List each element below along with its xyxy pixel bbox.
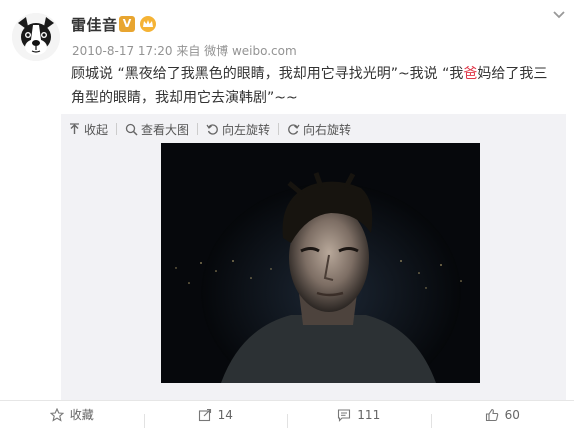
post-text: 顾城说 “黑夜给了我黑色的眼睛，我却用它寻找光明”~我说 “我爸妈给了我三角型的… bbox=[71, 62, 561, 110]
view-large-label: 查看大图 bbox=[141, 121, 189, 138]
chevron-down-icon[interactable] bbox=[552, 10, 566, 20]
media-toolbar: 收起 查看大图 向左旋转 向右旋转 bbox=[68, 120, 351, 138]
comment-icon bbox=[337, 408, 351, 422]
photo-image bbox=[161, 143, 480, 383]
view-large-button[interactable]: 查看大图 bbox=[125, 121, 189, 138]
favorite-label: 收藏 bbox=[70, 406, 94, 423]
post-text-highlight: 爸 bbox=[463, 66, 477, 82]
comment-button[interactable]: 111 bbox=[287, 408, 431, 422]
collapse-label: 收起 bbox=[84, 121, 108, 138]
rotate-right-label: 向右旋转 bbox=[303, 121, 351, 138]
rotate-left-button[interactable]: 向左旋转 bbox=[206, 121, 270, 138]
post-text-part1: 顾城说 “黑夜给了我黑色的眼睛，我却用它寻找光明”~我说 “我 bbox=[71, 66, 463, 82]
repost-count: 14 bbox=[218, 408, 233, 422]
post-photo[interactable] bbox=[161, 143, 480, 383]
like-count: 60 bbox=[505, 408, 520, 422]
comment-count: 111 bbox=[357, 408, 380, 422]
toolbar-divider bbox=[116, 123, 117, 135]
toolbar-divider bbox=[197, 123, 198, 135]
crown-icon bbox=[139, 15, 157, 33]
post-meta: 2010-8-17 17:20 来自 微博 weibo.com bbox=[72, 42, 297, 59]
zoom-icon bbox=[125, 123, 138, 136]
favorite-button[interactable]: 收藏 bbox=[0, 406, 144, 423]
thumbs-up-icon bbox=[485, 408, 499, 422]
rotate-right-button[interactable]: 向右旋转 bbox=[287, 121, 351, 138]
like-button[interactable]: 60 bbox=[431, 408, 574, 422]
star-icon bbox=[50, 408, 64, 422]
toolbar-divider bbox=[278, 123, 279, 135]
repost-button[interactable]: 14 bbox=[144, 408, 288, 422]
avatar-dog bbox=[12, 13, 60, 61]
collapse-icon bbox=[68, 123, 81, 136]
verified-v-icon: V bbox=[119, 16, 135, 32]
repost-icon bbox=[198, 408, 212, 422]
rotate-left-icon bbox=[206, 123, 219, 136]
avatar[interactable] bbox=[12, 13, 60, 61]
username[interactable]: 雷佳音 bbox=[71, 14, 118, 35]
collapse-button[interactable]: 收起 bbox=[68, 121, 108, 138]
rotate-right-icon bbox=[287, 123, 300, 136]
action-bar: 收藏 14 111 60 bbox=[0, 400, 574, 428]
rotate-left-label: 向左旋转 bbox=[222, 121, 270, 138]
